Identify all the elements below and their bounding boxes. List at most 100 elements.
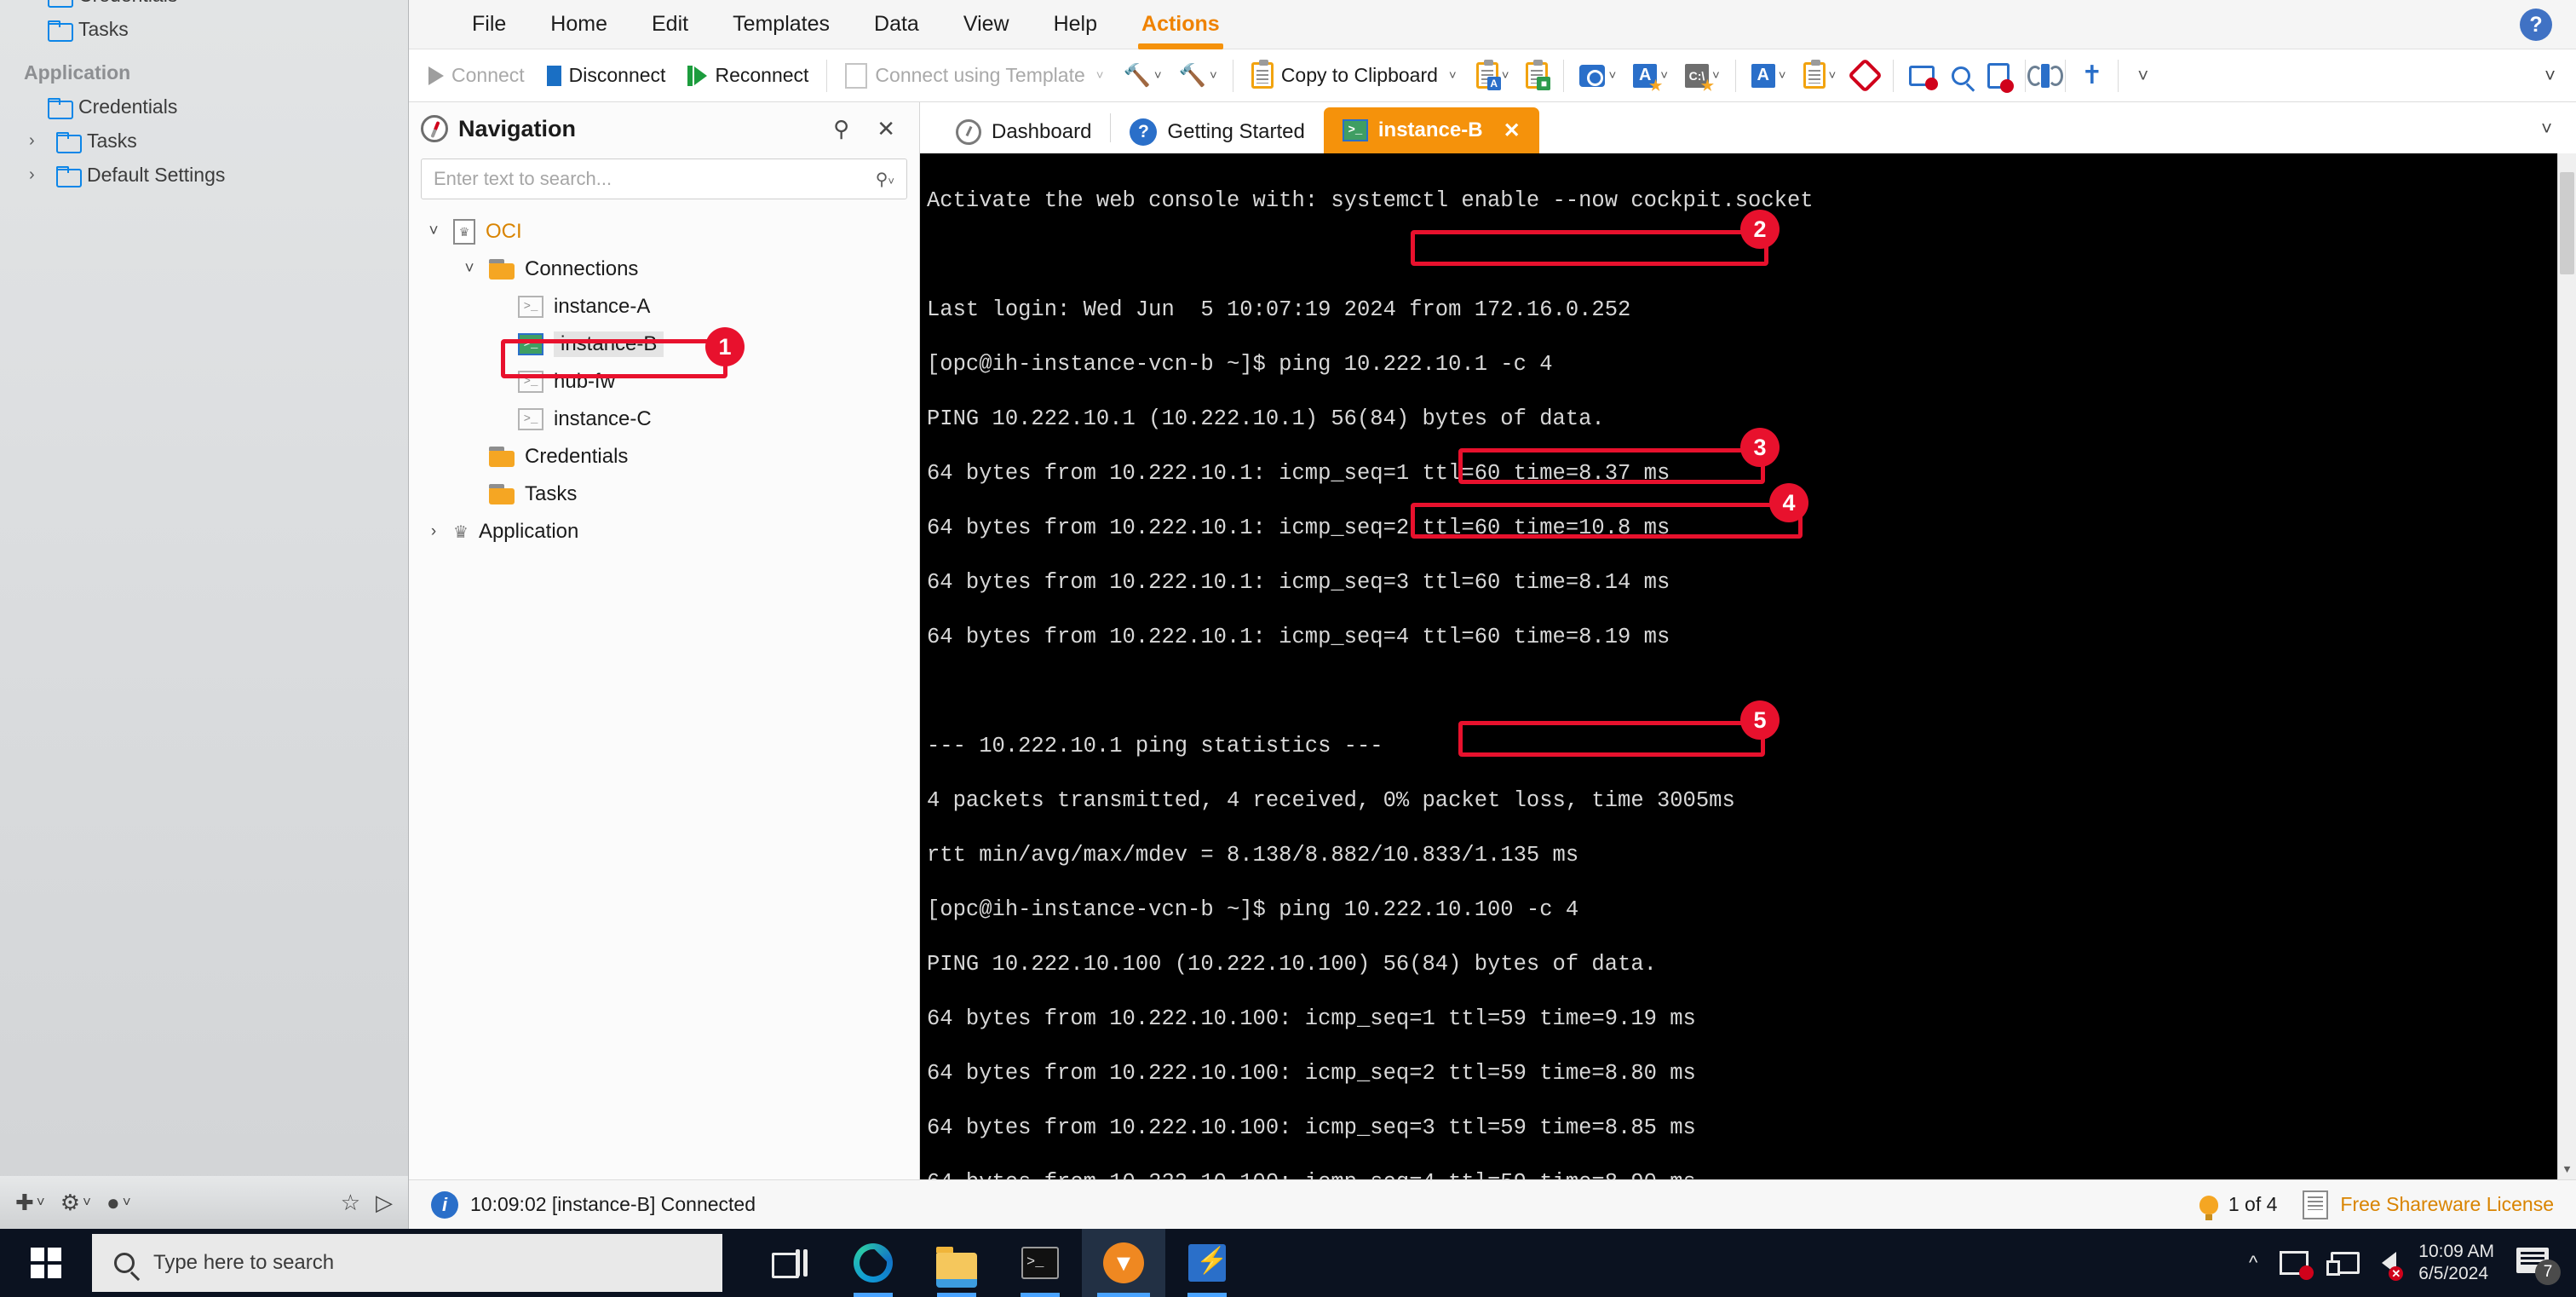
bg-list-item-label: Credentials bbox=[78, 0, 177, 7]
terminal-scrollbar[interactable]: ▲ ▼ bbox=[2557, 153, 2576, 1179]
favorite-command-button[interactable]: C:\ ★ ˅ bbox=[1676, 54, 1728, 98]
tree-item-hub-fw[interactable]: >_ hub-fw bbox=[409, 363, 919, 401]
license-label[interactable]: Free Shareware License bbox=[2340, 1193, 2554, 1216]
tree-item-instance-a[interactable]: >_ instance-A bbox=[409, 288, 919, 326]
menu-item-data[interactable]: Data bbox=[852, 12, 941, 49]
close-icon[interactable]: ✕ bbox=[868, 116, 904, 142]
menu-item-edit[interactable]: Edit bbox=[630, 12, 710, 49]
chevron-down-icon[interactable]: ˅ bbox=[1449, 68, 1457, 83]
menu-item-file[interactable]: File bbox=[450, 12, 528, 49]
windows-taskbar: Type here to search >_ ▼ ^ ✕ 10:09 AM 6/… bbox=[0, 1229, 2576, 1297]
chevron-up-icon[interactable]: ^ bbox=[2249, 1252, 2257, 1274]
close-icon[interactable]: ✕ bbox=[1504, 118, 1521, 143]
terminal-output[interactable]: Activate the web console with: systemctl… bbox=[920, 153, 2576, 1179]
search-icon[interactable]: ⚲˅ bbox=[876, 169, 894, 190]
annotation-marker-1: 1 bbox=[705, 327, 745, 366]
windows-start-icon[interactable] bbox=[0, 1229, 92, 1297]
chevron-down-icon[interactable]: ˅ bbox=[1154, 68, 1162, 83]
menu-item-actions[interactable]: Actions bbox=[1119, 12, 1242, 49]
notifications-icon[interactable]: 7 bbox=[2516, 1248, 2561, 1285]
royal-ts-icon[interactable] bbox=[1165, 1229, 1249, 1297]
favorite-text-button[interactable]: A ★ ˅ bbox=[1624, 54, 1676, 98]
volume-muted-icon[interactable]: ✕ bbox=[2382, 1252, 2404, 1281]
connect-using-template-button[interactable]: Connect using Template ˅ bbox=[834, 54, 1114, 98]
menu-item-help[interactable]: Help bbox=[1032, 12, 1119, 49]
copy-to-clipboard-button[interactable]: Copy to Clipboard ˅ bbox=[1240, 54, 1468, 98]
tree-item-tasks[interactable]: Tasks bbox=[409, 476, 919, 513]
menu-item-templates[interactable]: Templates bbox=[710, 12, 852, 49]
bg-list-item[interactable]: Tasks bbox=[0, 12, 408, 46]
chevron-down-icon[interactable]: ˅ bbox=[1210, 68, 1217, 83]
tools-button[interactable]: 🔨 ˅ bbox=[1170, 54, 1226, 98]
tools-run-button[interactable]: 🔨 ˅ bbox=[1115, 54, 1170, 98]
chevron-down-icon[interactable]: ˅ bbox=[2541, 118, 2552, 140]
mobaxterm-icon[interactable]: ▼ bbox=[1082, 1229, 1165, 1297]
scroll-down-icon[interactable]: ▼ bbox=[2558, 1161, 2576, 1179]
bulb-icon[interactable] bbox=[2199, 1195, 2218, 1220]
tab-dashboard[interactable]: Dashboard bbox=[937, 111, 1110, 153]
stop-button[interactable] bbox=[1844, 54, 1886, 98]
help-icon[interactable]: ? bbox=[2520, 9, 2552, 41]
sync-icon[interactable]: ● ˅ bbox=[106, 1190, 131, 1216]
favorite-text-icon: A ★ bbox=[1633, 63, 1662, 93]
find-button[interactable] bbox=[1943, 54, 1979, 98]
shuffle-button[interactable]: ✝ bbox=[2073, 54, 2111, 98]
terminal-line: 64 bytes from 10.222.10.1: icmp_seq=3 tt… bbox=[927, 570, 1670, 595]
chevron-down-icon[interactable]: ˅ bbox=[460, 260, 479, 279]
tree-item-connections[interactable]: ˅ Connections bbox=[409, 251, 919, 288]
paste-image-button[interactable]: ■ bbox=[1517, 54, 1556, 98]
menu-item-view[interactable]: View bbox=[941, 12, 1032, 49]
tree-item-instance-c[interactable]: >_ instance-C bbox=[409, 401, 919, 438]
chevron-down-icon[interactable]: ˅ bbox=[1502, 68, 1509, 83]
taskbar-search-input[interactable]: Type here to search bbox=[92, 1234, 722, 1292]
search-input[interactable] bbox=[434, 168, 876, 190]
tree-item-application[interactable]: › ♛ Application bbox=[409, 513, 919, 551]
chevron-right-icon[interactable]: › bbox=[29, 132, 41, 149]
navigation-search[interactable]: ⚲˅ bbox=[421, 159, 907, 199]
tree-item-credentials[interactable]: Credentials bbox=[409, 438, 919, 476]
pin-icon[interactable]: ⚲ bbox=[825, 116, 858, 142]
screenshot-button[interactable]: ˅ bbox=[1571, 54, 1624, 98]
send-clipboard-button[interactable]: ˅ bbox=[1795, 54, 1845, 98]
task-view-icon[interactable] bbox=[748, 1229, 831, 1297]
log-record-button[interactable] bbox=[1979, 54, 2018, 98]
taskbar-clock[interactable]: 10:09 AM 6/5/2024 bbox=[2418, 1241, 2494, 1285]
chevron-right-icon[interactable]: › bbox=[424, 522, 443, 541]
chevron-down-icon[interactable]: ˅ bbox=[1608, 68, 1616, 83]
edge-browser-icon[interactable] bbox=[831, 1229, 915, 1297]
terminal-icon: >_ bbox=[518, 371, 543, 393]
tree-item-oci[interactable]: ˅ ♛ OCI bbox=[409, 213, 919, 251]
tree-item-label: instance-A bbox=[554, 295, 651, 318]
plus-icon[interactable]: ✚ ˅ bbox=[15, 1190, 45, 1216]
play-icon[interactable]: ▷ bbox=[376, 1190, 393, 1216]
ribbon-expand-icon[interactable]: ˅ bbox=[2544, 65, 2556, 87]
reconnect-button[interactable]: Reconnect bbox=[676, 54, 819, 98]
chevron-down-icon[interactable]: ˅ bbox=[1779, 68, 1786, 83]
screen-share-recording-icon[interactable] bbox=[2280, 1251, 2314, 1280]
chevron-down-icon[interactable]: ˅ bbox=[1829, 68, 1837, 83]
display-icon[interactable] bbox=[2326, 1252, 2360, 1276]
disconnect-button[interactable]: Disconnect bbox=[536, 54, 677, 98]
terminal-icon[interactable]: >_ bbox=[998, 1229, 1082, 1297]
chevron-down-icon[interactable]: ˅ bbox=[1096, 68, 1104, 83]
paste-text-button[interactable]: A ˅ bbox=[1468, 54, 1518, 98]
star-icon[interactable]: ☆ bbox=[341, 1190, 360, 1216]
send-text-button[interactable]: A ˅ bbox=[1743, 54, 1795, 98]
bg-list-item[interactable]: › Tasks bbox=[0, 124, 408, 158]
bg-list-item[interactable]: › Default Settings bbox=[0, 158, 408, 192]
chevron-right-icon[interactable]: › bbox=[29, 166, 41, 183]
connect-button[interactable]: Connect bbox=[417, 54, 536, 98]
tab-instance-b[interactable]: >_ instance-B ✕ bbox=[1323, 107, 1539, 153]
menu-item-home[interactable]: Home bbox=[528, 12, 630, 49]
bg-list-item[interactable]: Credentials bbox=[0, 0, 408, 12]
gear-icon[interactable]: ⚙ ˅ bbox=[60, 1190, 91, 1216]
tab-getting-started[interactable]: ? Getting Started bbox=[1111, 111, 1323, 153]
scrollbar-thumb[interactable] bbox=[2560, 172, 2574, 274]
bg-list-item[interactable]: Credentials bbox=[0, 89, 408, 124]
ribbon-overflow-button[interactable]: ˅ bbox=[2125, 54, 2157, 98]
tree-item-instance-b[interactable]: >_ instance-B bbox=[409, 326, 919, 363]
chevron-down-icon[interactable]: ˅ bbox=[424, 222, 443, 241]
disconnect-session-button[interactable] bbox=[1900, 54, 1943, 98]
broadcast-button[interactable] bbox=[2027, 54, 2064, 98]
file-explorer-icon[interactable] bbox=[915, 1229, 998, 1297]
